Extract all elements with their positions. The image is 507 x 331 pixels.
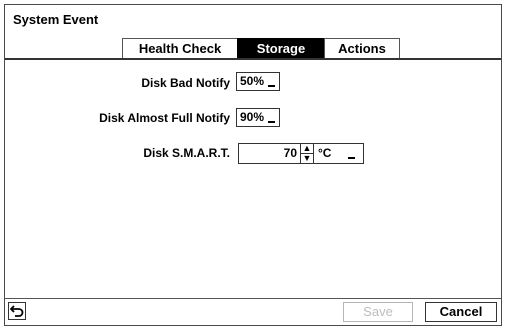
dropdown-arrow-icon (268, 120, 275, 123)
back-arrow-icon (10, 305, 24, 317)
disk-smart-unit[interactable]: °C (318, 144, 331, 163)
tab-actions[interactable]: Actions (324, 38, 400, 58)
spin-down-icon[interactable]: ▼ (301, 154, 313, 163)
disk-bad-notify-label: Disk Bad Notify (141, 76, 230, 90)
tab-health-check[interactable]: Health Check (122, 38, 238, 58)
cancel-button[interactable]: Cancel (425, 302, 497, 322)
window-title: System Event (13, 12, 99, 27)
dropdown-arrow-icon (268, 84, 275, 87)
disk-bad-notify-dropdown[interactable]: 50% (236, 72, 280, 91)
disk-smart-label: Disk S.M.A.R.T. (143, 146, 230, 160)
disk-almost-full-label: Disk Almost Full Notify (99, 111, 230, 125)
tab-bar: Health Check Storage Actions (5, 38, 501, 60)
disk-almost-full-dropdown[interactable]: 90% (236, 108, 280, 127)
save-button[interactable]: Save (343, 302, 413, 322)
spinner[interactable]: ▲ ▼ (300, 144, 314, 163)
back-button[interactable] (8, 302, 26, 320)
dropdown-arrow-icon (348, 156, 355, 159)
footer-bar: Save Cancel (5, 298, 501, 325)
disk-almost-full-value: 90% (240, 110, 265, 124)
spin-up-icon[interactable]: ▲ (301, 144, 313, 153)
disk-bad-notify-value: 50% (240, 74, 265, 88)
tab-storage[interactable]: Storage (237, 38, 325, 58)
disk-smart-value[interactable]: 70 (239, 144, 297, 163)
disk-smart-control[interactable]: 70 ▲ ▼ °C (238, 143, 364, 164)
system-event-window: System Event Health Check Storage Action… (4, 4, 502, 326)
